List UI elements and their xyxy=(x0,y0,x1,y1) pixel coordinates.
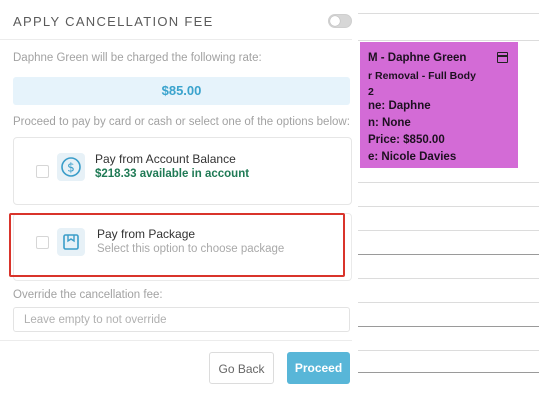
appointment-staff: e: Nicole Davies xyxy=(368,151,457,163)
appointment-service: r Removal - Full Body xyxy=(368,70,476,82)
toggle-knob xyxy=(330,16,340,26)
calendar-slot-line xyxy=(352,230,539,231)
modal-title: APPLY CANCELLATION FEE xyxy=(13,14,214,29)
appointment-detail: n: None xyxy=(368,117,411,129)
account-balance-title: Pay from Account Balance xyxy=(95,152,236,166)
calendar-icon[interactable] xyxy=(497,52,508,63)
proceed-button[interactable]: Proceed xyxy=(287,352,350,384)
calendar-slot-line xyxy=(352,278,539,279)
divider xyxy=(0,340,352,341)
calendar-slot-line xyxy=(352,302,539,303)
cancellation-fee-modal: APPLY CANCELLATION FEE Daphne Green will… xyxy=(0,0,358,394)
go-back-button[interactable]: Go Back xyxy=(209,352,274,384)
account-balance-checkbox[interactable] xyxy=(36,165,49,178)
appointment-detail: 2 xyxy=(368,86,374,98)
option-account-balance[interactable]: $ Pay from Account Balance $218.33 avail… xyxy=(13,137,352,205)
divider xyxy=(0,39,352,40)
rate-display: $85.00 xyxy=(13,77,350,105)
override-fee-input[interactable] xyxy=(13,307,350,332)
appointment-price: Price: $850.00 xyxy=(368,134,445,146)
appointment-title: M - Daphne Green xyxy=(368,52,467,64)
calendar-hour-line xyxy=(352,372,539,373)
appointment-detail: ne: Daphne xyxy=(368,100,431,112)
calendar-slot-line xyxy=(352,350,539,351)
charge-notice: Daphne Green will be charged the followi… xyxy=(13,52,262,64)
calendar-hour-line xyxy=(352,254,539,255)
calendar-slot-line xyxy=(352,13,539,14)
calendar-slot-line xyxy=(352,206,539,207)
cancellation-fee-toggle[interactable] xyxy=(328,14,352,28)
override-label: Override the cancellation fee: xyxy=(13,289,163,301)
calendar-slot-line xyxy=(352,182,539,183)
highlight-annotation xyxy=(9,213,345,277)
options-prompt: Proceed to pay by card or cash or select… xyxy=(13,116,350,128)
account-balance-available: $218.33 available in account xyxy=(95,168,250,180)
calendar-hour-line xyxy=(352,326,539,327)
dollar-circle-icon: $ xyxy=(57,153,85,181)
svg-text:$: $ xyxy=(67,161,75,175)
calendar-slot-line xyxy=(352,40,539,41)
appointment-block[interactable]: M - Daphne Green r Removal - Full Body 2… xyxy=(360,42,518,168)
